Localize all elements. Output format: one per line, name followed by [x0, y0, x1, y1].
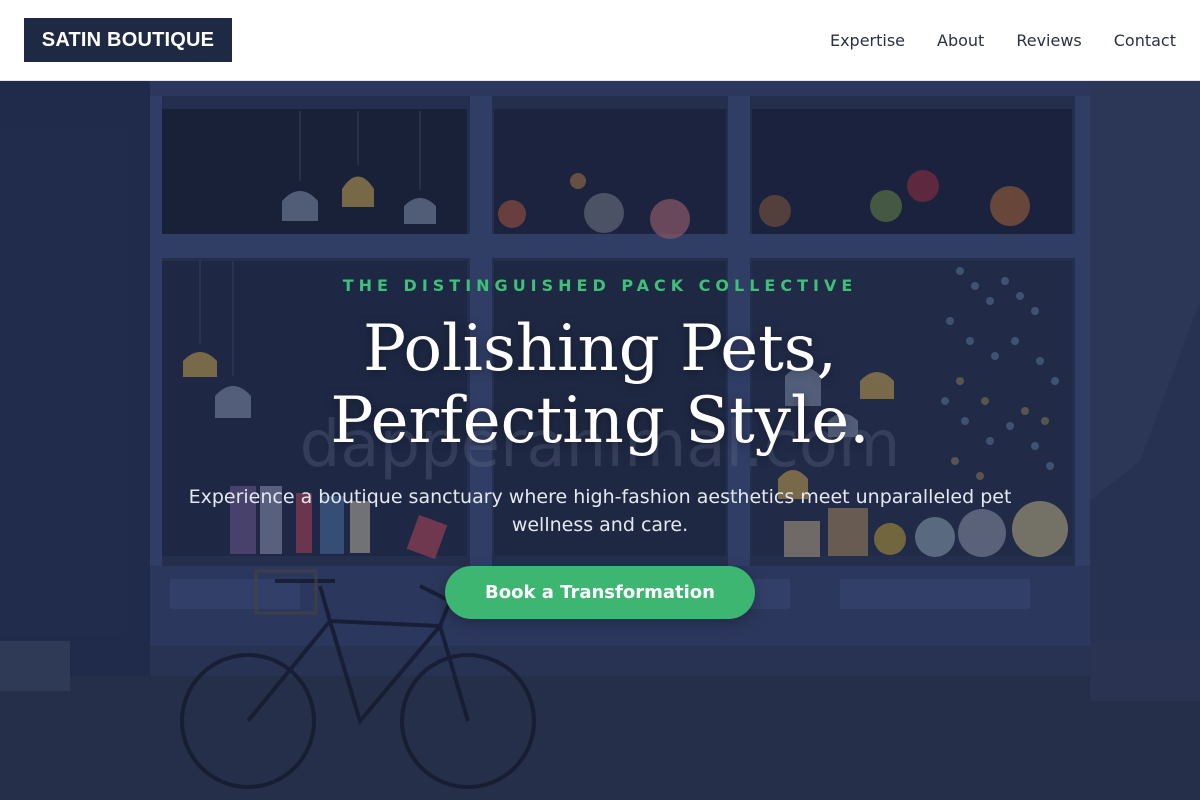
book-transformation-button[interactable]: Book a Transformation: [445, 566, 755, 619]
nav-item-contact[interactable]: Contact: [1114, 31, 1176, 50]
hero-section: dapperanimal.com THE DISTINGUISHED PACK …: [0, 81, 1200, 800]
main-nav: Expertise About Reviews Contact: [830, 0, 1176, 80]
brand-logo[interactable]: SATIN BOUTIQUE: [24, 18, 232, 62]
hero-subtext: Experience a boutique sanctuary where hi…: [188, 486, 1012, 536]
hero-kicker: THE DISTINGUISHED PACK COLLECTIVE: [342, 276, 858, 295]
hero-headline: Polishing Pets, Perfecting Style.: [330, 312, 870, 458]
nav-item-about[interactable]: About: [937, 31, 984, 50]
nav-item-expertise[interactable]: Expertise: [830, 31, 905, 50]
nav-item-reviews[interactable]: Reviews: [1016, 31, 1081, 50]
site-header: SATIN BOUTIQUE Expertise About Reviews C…: [0, 0, 1200, 81]
